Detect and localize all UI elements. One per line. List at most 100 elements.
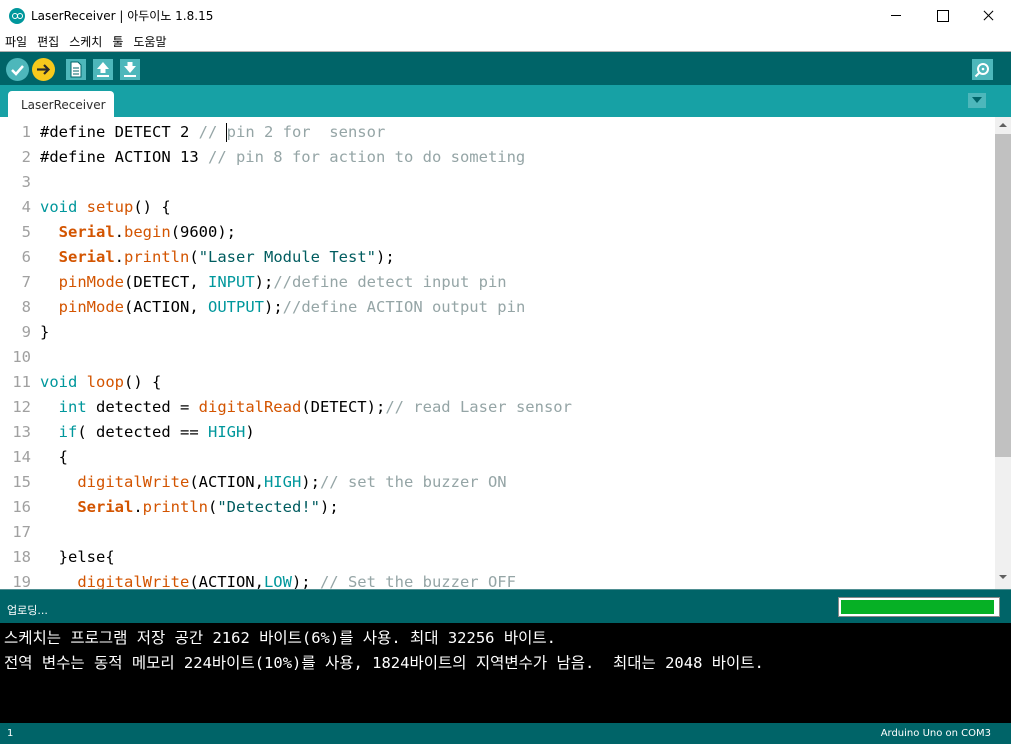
- code-line[interactable]: 8 pinMode(ACTION, OUTPUT);//define ACTIO…: [0, 295, 995, 320]
- tab-menu-chevron-down-icon[interactable]: [968, 93, 986, 108]
- menu-file[interactable]: 파일: [0, 31, 32, 51]
- line-number: 14: [12, 448, 31, 466]
- code-line[interactable]: 6 Serial.println("Laser Module Test");: [0, 245, 995, 270]
- window-title: LaserReceiver | 아두이노 1.8.15: [31, 9, 214, 23]
- code-line[interactable]: 11 void loop() {: [0, 370, 995, 395]
- code-token: // read Laser sensor: [385, 398, 572, 416]
- code-token: HIGH: [263, 473, 302, 491]
- current-line-number: 1: [7, 728, 14, 739]
- code-token: println: [142, 498, 208, 516]
- upload-button[interactable]: [32, 58, 55, 81]
- check-icon: [11, 65, 24, 76]
- arrow-right-icon: [37, 64, 51, 75]
- code-token: digitalRead: [198, 398, 302, 416]
- code-token: #define: [40, 123, 106, 141]
- code-line[interactable]: 2 #define ACTION 13 // pin 8 for action t…: [0, 145, 995, 170]
- close-button[interactable]: [965, 0, 1011, 31]
- arrow-up-icon: [97, 62, 109, 77]
- code-line[interactable]: 16 Serial.println("Detected!");: [0, 495, 995, 520]
- code-line[interactable]: 17: [0, 520, 995, 545]
- menu-tools[interactable]: 툴: [107, 31, 128, 51]
- code-line[interactable]: 7 pinMode(DETECT, INPUT);//define detect…: [0, 270, 995, 295]
- code-line[interactable]: 5 Serial.begin(9600);: [0, 220, 995, 245]
- new-button[interactable]: [66, 59, 86, 80]
- tab-label: LaserReceiver: [21, 98, 106, 112]
- open-button[interactable]: [93, 59, 113, 80]
- console-line: 전역 변수는 동적 메모리 224바이트(10%)를 사용, 1824바이트의 …: [4, 654, 764, 672]
- scroll-up-arrow-icon[interactable]: [995, 117, 1011, 133]
- code-token: DETECT 2: [105, 123, 199, 141]
- code-token: (ACTION,: [124, 298, 208, 316]
- code-line[interactable]: 1 #define DETECT 2 // pin 2 for sensor: [0, 120, 995, 145]
- code-text: Serial.println("Detected!");: [40, 495, 338, 520]
- code-token: );: [264, 298, 283, 316]
- code-line[interactable]: 10: [0, 345, 995, 370]
- scroll-down-arrow-icon[interactable]: [995, 569, 1011, 585]
- code-text: int detected = digitalRead(DETECT);// re…: [40, 395, 572, 420]
- code-token: // set the buzzer ON: [319, 473, 507, 491]
- code-line[interactable]: 4 void setup() {: [0, 195, 995, 220]
- code-token: }: [40, 323, 50, 341]
- line-number: 5: [21, 223, 31, 241]
- code-token: HIGH: [208, 423, 246, 441]
- line-number: 7: [21, 273, 31, 291]
- code-text: digitalWrite(ACTION,HIGH);// set the buz…: [40, 470, 507, 495]
- code-text: #define DETECT 2 // pin 2 for sensor: [40, 120, 385, 145]
- line-number: 6: [21, 248, 31, 266]
- code-text: #define ACTION 13 // pin 8 for action to…: [40, 145, 525, 170]
- code-token: loop: [86, 373, 124, 391]
- toolbar: [0, 51, 1011, 85]
- minimize-button[interactable]: [873, 0, 919, 31]
- editor-scrollbar[interactable]: [995, 117, 1011, 589]
- menu-sketch[interactable]: 스케치: [64, 31, 107, 51]
- save-button[interactable]: [120, 59, 140, 80]
- serial-monitor-button[interactable]: [972, 59, 993, 80]
- code-token: int: [58, 398, 87, 416]
- code-token: INPUT: [208, 273, 255, 291]
- menu-help[interactable]: 도움말: [128, 31, 171, 51]
- code-line[interactable]: 9}: [0, 320, 995, 345]
- code-token: (ACTION,: [189, 473, 264, 491]
- code-line[interactable]: 14 {: [0, 445, 995, 470]
- code-token: ): [245, 423, 255, 441]
- code-area[interactable]: 1 #define DETECT 2 // pin 2 for sensor 2 #d…: [0, 117, 995, 589]
- code-token: pinMode: [58, 298, 124, 316]
- board-port-label: Arduino Uno on COM3: [880, 728, 991, 739]
- code-line[interactable]: 15 digitalWrite(ACTION,HIGH);// set the …: [0, 470, 995, 495]
- code-token: Serial: [58, 223, 115, 241]
- code-token: "Laser Module Test": [198, 248, 376, 266]
- code-editor[interactable]: 1 #define DETECT 2 // pin 2 for sensor 2 #d…: [0, 117, 1011, 589]
- code-token: (ACTION,: [189, 573, 264, 589]
- code-token: void: [40, 373, 78, 391]
- code-line[interactable]: 3: [0, 170, 995, 195]
- code-token: (9600);: [170, 223, 237, 241]
- code-text: Serial.begin(9600);: [40, 220, 236, 245]
- code-token: // pin 8 for action to do someting: [207, 148, 526, 166]
- code-token: pinMode: [58, 273, 124, 291]
- code-text: pinMode(ACTION, OUTPUT);//define ACTION …: [40, 295, 526, 320]
- scroll-thumb[interactable]: [995, 134, 1011, 457]
- tab-laserreceiver[interactable]: LaserReceiver: [8, 91, 114, 117]
- line-number: 2: [21, 148, 31, 166]
- maximize-button[interactable]: [919, 0, 965, 31]
- arduino-logo-icon: [9, 8, 25, 24]
- console-output[interactable]: 스케치는 프로그램 저장 공간 2162 바이트(6%)를 사용. 최대 322…: [0, 623, 1011, 723]
- code-text: Serial.println("Laser Module Test");: [40, 245, 395, 270]
- code-token: setup: [86, 198, 134, 216]
- verify-button[interactable]: [6, 58, 29, 81]
- line-number: 18: [12, 548, 31, 566]
- menu-edit[interactable]: 편집: [32, 31, 64, 51]
- code-line[interactable]: 13 if( detected == HIGH): [0, 420, 995, 445]
- line-number: 1: [21, 123, 31, 141]
- line-number: 8: [21, 298, 31, 316]
- code-line[interactable]: 19 digitalWrite(ACTION,LOW); // Set the …: [0, 570, 995, 589]
- code-line[interactable]: 12 int detected = digitalRead(DETECT);//…: [0, 395, 995, 420]
- code-line[interactable]: 18 }else{: [0, 545, 995, 570]
- code-text: {: [40, 445, 68, 470]
- code-text: digitalWrite(ACTION,LOW); // Set the buz…: [40, 570, 516, 589]
